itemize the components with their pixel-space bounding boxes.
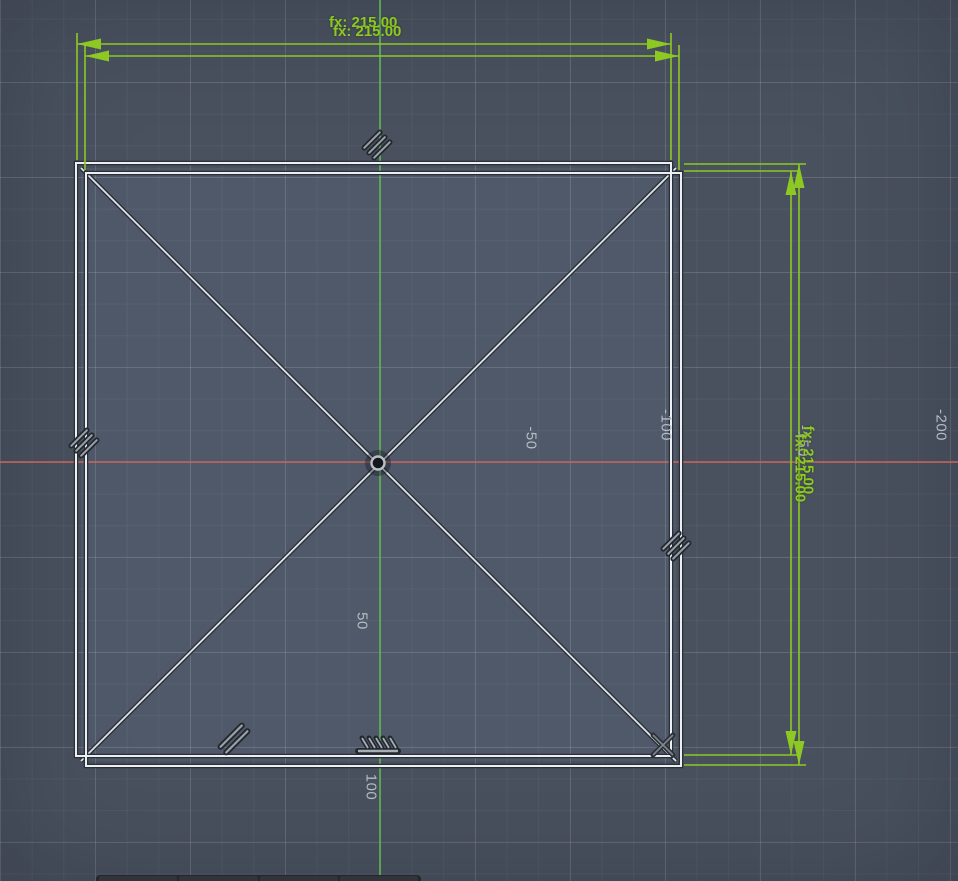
- horizontal-dimension[interactable]: [76, 33, 680, 170]
- toolbar-button-edge[interactable]: [179, 876, 258, 881]
- cad-sketch-viewport[interactable]: -50 -100 -150 -200 50 100 fx: 215.00 fx:…: [0, 0, 958, 881]
- toolbar-button-edge[interactable]: [99, 876, 178, 881]
- collinear-constraint-icon-top[interactable]: [361, 129, 393, 161]
- x-axis-tick-minus100: -100: [657, 408, 675, 442]
- y-axis-tick-50: 50: [353, 612, 371, 630]
- vertical-dimension[interactable]: [684, 163, 806, 766]
- vertical-dimension-value-overlap[interactable]: fx: 215.00: [792, 434, 809, 502]
- bottom-toolbar-edge[interactable]: [96, 875, 421, 881]
- origin-point[interactable]: [365, 450, 391, 476]
- y-axis-tick-100: 100: [362, 773, 380, 801]
- symmetry-constraint-icon-bottom-center[interactable]: [355, 735, 401, 754]
- toolbar-button-edge[interactable]: [339, 876, 418, 881]
- horizontal-dimension-value-overlap[interactable]: fx: 215.00: [333, 23, 401, 40]
- x-axis-tick-minus50: -50: [522, 426, 540, 450]
- x-axis-tick-minus200: -200: [932, 408, 950, 442]
- toolbar-button-edge[interactable]: [259, 876, 338, 881]
